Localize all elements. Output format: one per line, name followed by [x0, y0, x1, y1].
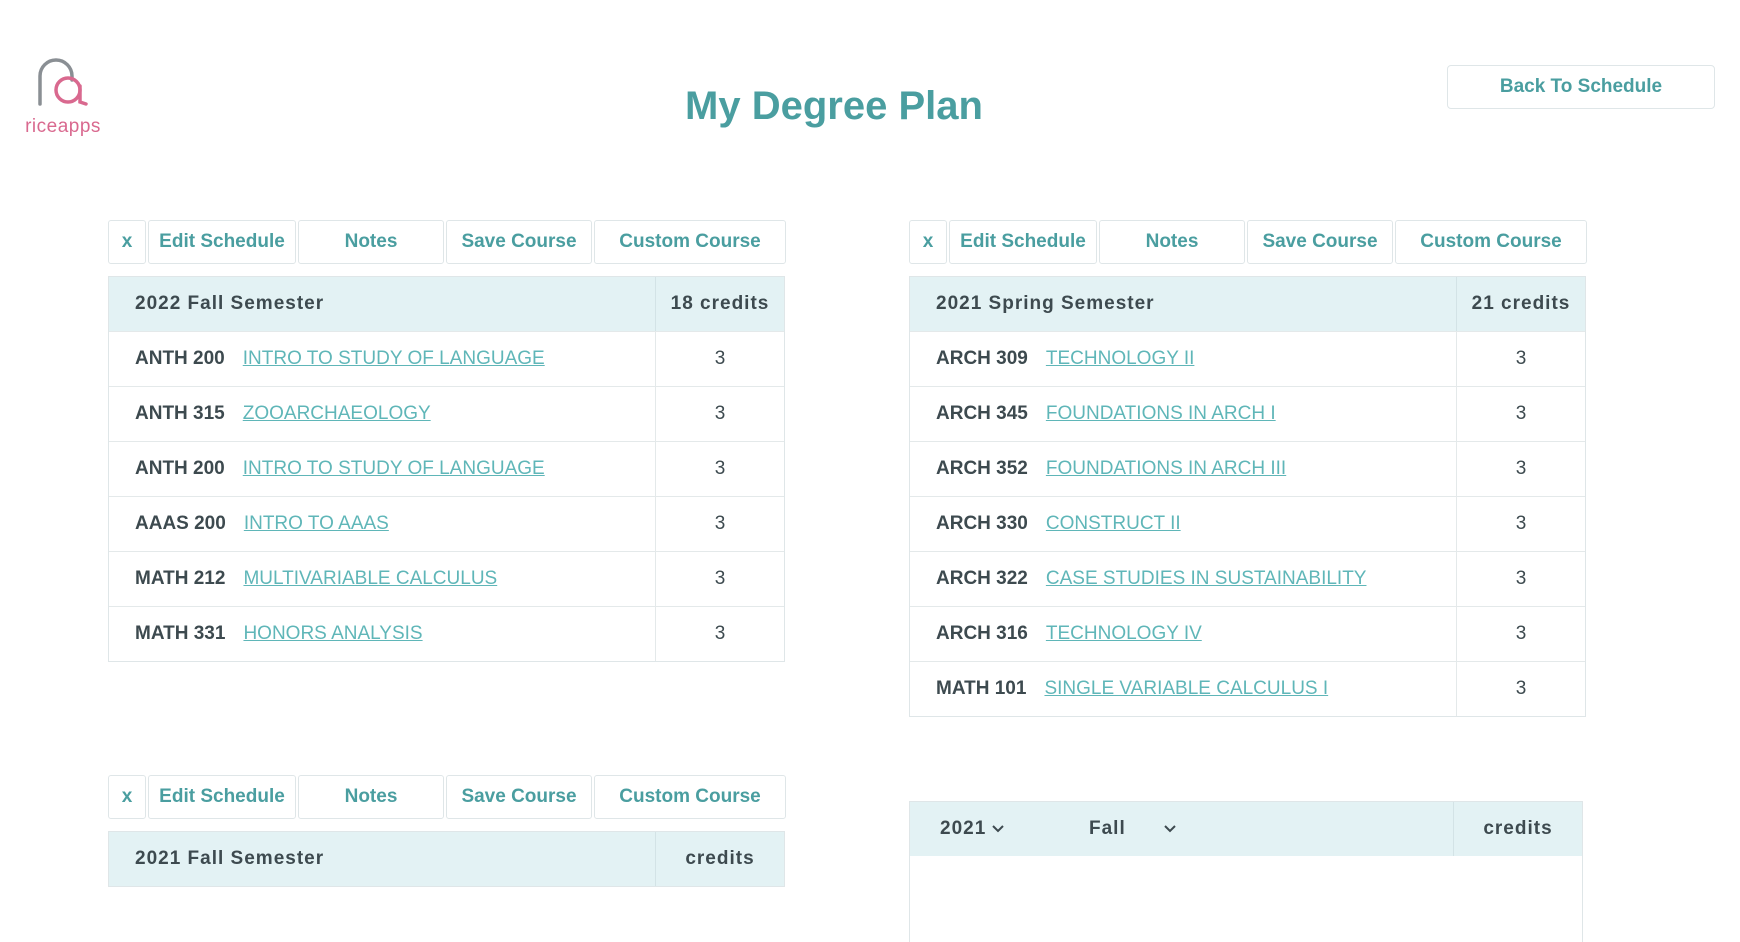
- course-row: ARCH 316 TECHNOLOGY IV 3: [910, 606, 1585, 661]
- semester-toolbar: x Edit Schedule Notes Save Course Custom…: [909, 220, 1587, 264]
- custom-course-button[interactable]: Custom Course: [594, 220, 786, 264]
- semester-name: 2021 Spring Semester: [936, 293, 1155, 314]
- course-code: ARCH 316: [936, 623, 1028, 644]
- edit-schedule-button[interactable]: Edit Schedule: [148, 220, 296, 264]
- remove-semester-button[interactable]: x: [108, 775, 146, 819]
- course-credits: 3: [1456, 442, 1585, 496]
- course-code: AAAS 200: [135, 513, 226, 534]
- course-title-link[interactable]: FOUNDATIONS IN ARCH I: [1046, 403, 1276, 425]
- semester-credits: 21 credits: [1456, 277, 1585, 331]
- custom-course-button[interactable]: Custom Course: [1395, 220, 1587, 264]
- semester-table: 2022 Fall Semester 18 credits ANTH 200 IN…: [108, 276, 785, 662]
- semester-table: 2021 Spring Semester 21 credits ARCH 309…: [909, 276, 1586, 717]
- course-code: ANTH 315: [135, 403, 225, 424]
- course-title-link[interactable]: CASE STUDIES IN SUSTAINABILITY: [1046, 568, 1367, 590]
- semester-name: 2022 Fall Semester: [135, 293, 325, 314]
- notes-button[interactable]: Notes: [298, 220, 444, 264]
- course-credits: 3: [1456, 552, 1585, 606]
- course-row: MATH 101 SINGLE VARIABLE CALCULUS I 3: [910, 661, 1585, 716]
- course-row: AAAS 200 INTRO TO AAAS 3: [109, 496, 784, 551]
- course-row: ARCH 309 TECHNOLOGY II 3: [910, 331, 1585, 386]
- course-row: MATH 212 MULTIVARIABLE CALCULUS 3: [109, 551, 784, 606]
- edit-schedule-button[interactable]: Edit Schedule: [949, 220, 1097, 264]
- remove-semester-button[interactable]: x: [909, 220, 947, 264]
- chevron-down-icon: [1164, 825, 1176, 833]
- course-row: MATH 331 HONORS ANALYSIS 3: [109, 606, 784, 661]
- term-select-value: Fall: [1089, 818, 1126, 839]
- save-course-button[interactable]: Save Course: [446, 220, 592, 264]
- course-code: MATH 331: [135, 623, 226, 644]
- course-code: MATH 101: [936, 678, 1027, 699]
- course-title-link[interactable]: TECHNOLOGY II: [1046, 348, 1195, 370]
- course-title-link[interactable]: MULTIVARIABLE CALCULUS: [243, 568, 497, 590]
- course-credits: 3: [655, 497, 784, 551]
- course-credits: 3: [655, 442, 784, 496]
- new-semester-table: 2021 Fall credits: [909, 801, 1583, 942]
- new-semester-header: 2021 Fall credits: [910, 802, 1582, 856]
- new-semester-credits: credits: [1453, 802, 1582, 856]
- notes-button[interactable]: Notes: [1099, 220, 1245, 264]
- course-credits: 3: [1456, 607, 1585, 661]
- course-title-link[interactable]: INTRO TO STUDY OF LANGUAGE: [243, 348, 545, 370]
- course-credits: 3: [655, 607, 784, 661]
- course-code: MATH 212: [135, 568, 226, 589]
- course-title-link[interactable]: ZOOARCHAEOLOGY: [243, 403, 431, 425]
- year-select-value: 2021: [940, 818, 987, 839]
- course-title-link[interactable]: INTRO TO STUDY OF LANGUAGE: [243, 458, 545, 480]
- chevron-down-icon: [992, 825, 1004, 833]
- course-row: ARCH 345 FOUNDATIONS IN ARCH I 3: [910, 386, 1585, 441]
- course-credits: 3: [1456, 332, 1585, 386]
- course-row: ANTH 315 ZOOARCHAEOLOGY 3: [109, 386, 784, 441]
- course-row: ARCH 352 FOUNDATIONS IN ARCH III 3: [910, 441, 1585, 496]
- course-credits: 3: [655, 552, 784, 606]
- course-title-link[interactable]: SINGLE VARIABLE CALCULUS I: [1044, 678, 1328, 700]
- remove-semester-button[interactable]: x: [108, 220, 146, 264]
- term-select[interactable]: Fall: [1089, 802, 1176, 856]
- semester-panel-3: x Edit Schedule Notes Save Course Custom…: [108, 775, 786, 887]
- course-credits: 3: [1456, 662, 1585, 716]
- course-title-link[interactable]: CONSTRUCT II: [1046, 513, 1181, 535]
- course-code: ARCH 330: [936, 513, 1028, 534]
- custom-course-button[interactable]: Custom Course: [594, 775, 786, 819]
- edit-schedule-button[interactable]: Edit Schedule: [148, 775, 296, 819]
- semester-header: 2022 Fall Semester 18 credits: [109, 277, 784, 331]
- back-to-schedule-button[interactable]: Back To Schedule: [1447, 65, 1715, 109]
- semester-header: 2021 Spring Semester 21 credits: [910, 277, 1585, 331]
- course-row: ANTH 200 INTRO TO STUDY OF LANGUAGE 3: [109, 331, 784, 386]
- course-credits: 3: [655, 387, 784, 441]
- semester-credits: 18 credits: [655, 277, 784, 331]
- course-code: ARCH 309: [936, 348, 1028, 369]
- year-select[interactable]: 2021: [940, 802, 1004, 856]
- course-credits: 3: [655, 332, 784, 386]
- course-code: ANTH 200: [135, 348, 225, 369]
- semester-credits: credits: [655, 832, 784, 886]
- course-title-link[interactable]: HONORS ANALYSIS: [243, 623, 422, 645]
- notes-button[interactable]: Notes: [298, 775, 444, 819]
- save-course-button[interactable]: Save Course: [446, 775, 592, 819]
- semester-toolbar: x Edit Schedule Notes Save Course Custom…: [108, 775, 786, 819]
- course-code: ANTH 200: [135, 458, 225, 479]
- course-title-link[interactable]: INTRO TO AAAS: [244, 513, 389, 535]
- course-row: ARCH 330 CONSTRUCT II 3: [910, 496, 1585, 551]
- semester-toolbar: x Edit Schedule Notes Save Course Custom…: [108, 220, 786, 264]
- course-code: ARCH 345: [936, 403, 1028, 424]
- course-row: ARCH 322 CASE STUDIES IN SUSTAINABILITY 3: [910, 551, 1585, 606]
- course-credits: 3: [1456, 497, 1585, 551]
- page-title: My Degree Plan: [685, 84, 983, 128]
- course-title-link[interactable]: TECHNOLOGY IV: [1046, 623, 1202, 645]
- semester-header: 2021 Fall Semester credits: [109, 832, 784, 886]
- save-course-button[interactable]: Save Course: [1247, 220, 1393, 264]
- course-row: ANTH 200 INTRO TO STUDY OF LANGUAGE 3: [109, 441, 784, 496]
- course-credits: 3: [1456, 387, 1585, 441]
- semester-name: 2021 Fall Semester: [135, 848, 325, 869]
- course-code: ARCH 322: [936, 568, 1028, 589]
- course-code: ARCH 352: [936, 458, 1028, 479]
- semester-panel-2: x Edit Schedule Notes Save Course Custom…: [909, 220, 1587, 717]
- semester-panel-1: x Edit Schedule Notes Save Course Custom…: [108, 220, 786, 662]
- semester-table: 2021 Fall Semester credits: [108, 831, 785, 887]
- course-title-link[interactable]: FOUNDATIONS IN ARCH III: [1046, 458, 1286, 480]
